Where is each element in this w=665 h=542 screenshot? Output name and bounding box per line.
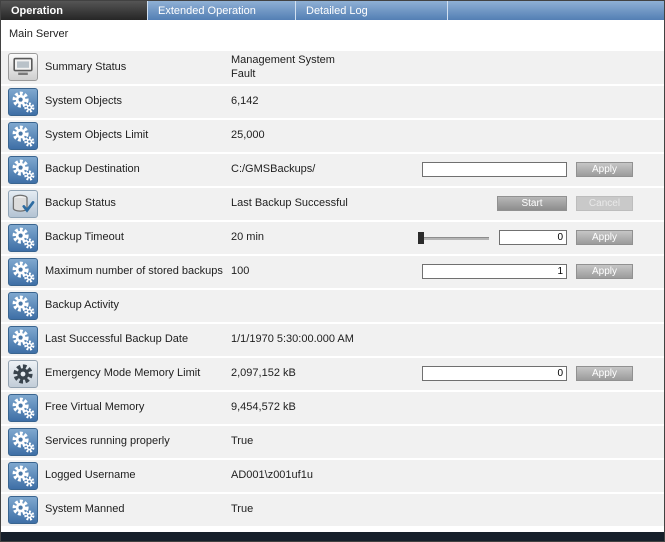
table-row: Logged Username AD001\z001uf1u	[1, 460, 664, 492]
row-label: Summary Status	[45, 61, 231, 74]
max-backups-input[interactable]	[422, 264, 567, 279]
gear-icon	[8, 122, 38, 150]
table-row: System Objects Limit 25,000	[1, 120, 664, 152]
table-row: Summary Status Management System Fault	[1, 51, 664, 84]
tab-extended-operation[interactable]: Extended Operation	[148, 1, 296, 20]
row-controls: Apply	[363, 366, 664, 381]
breadcrumb: Main Server	[1, 20, 664, 48]
table-row: Services running properly True	[1, 426, 664, 458]
gear-icon	[8, 258, 38, 286]
gear-icon	[8, 156, 38, 184]
gear-icon	[8, 428, 38, 456]
gear-icon	[8, 292, 38, 320]
apply-button[interactable]: Apply	[576, 366, 633, 381]
row-controls: Apply	[363, 264, 664, 279]
gear-icon	[8, 394, 38, 422]
row-value: 2,097,152 kB	[231, 366, 363, 380]
row-value: 1/1/1970 5:30:00.000 AM	[231, 332, 363, 346]
table-row: System Manned True	[1, 494, 664, 526]
table-row: Free Virtual Memory 9,454,572 kB	[1, 392, 664, 424]
row-value: AD001\z001uf1u	[231, 468, 363, 482]
breadcrumb-label: Main Server	[9, 28, 68, 40]
row-controls: Apply	[363, 230, 664, 245]
table-row: Maximum number of stored backups 100 App…	[1, 256, 664, 288]
apply-button[interactable]: Apply	[576, 264, 633, 279]
apply-button[interactable]: Apply	[576, 162, 633, 177]
app-window: Operation Extended Operation Detailed Lo…	[0, 0, 665, 542]
row-label: Services running properly	[45, 435, 231, 448]
row-value: Last Backup Successful	[231, 196, 363, 210]
table-row: Backup Activity	[1, 290, 664, 322]
gear-icon	[8, 462, 38, 490]
tab-bar: Operation Extended Operation Detailed Lo…	[1, 1, 664, 20]
cancel-backup-button[interactable]: Cancel	[576, 196, 633, 211]
gear-icon	[8, 326, 38, 354]
row-value: C:/GMSBackups/	[231, 162, 363, 176]
table-row: System Objects 6,142	[1, 86, 664, 118]
emergency-memory-input[interactable]	[422, 366, 567, 381]
backup-timeout-slider[interactable]	[418, 232, 490, 244]
dark-gear-icon	[8, 360, 38, 388]
row-label: Emergency Mode Memory Limit	[45, 367, 231, 380]
row-label: Backup Timeout	[45, 231, 231, 244]
row-value: True	[231, 434, 363, 448]
row-label: Free Virtual Memory	[45, 401, 231, 414]
apply-button[interactable]: Apply	[576, 230, 633, 245]
row-value: True	[231, 502, 363, 516]
database-check-icon	[8, 190, 38, 218]
table-row: Backup Timeout 20 min Apply	[1, 222, 664, 254]
table-row: Backup Destination C:/GMSBackups/ Apply	[1, 154, 664, 186]
row-label: System Manned	[45, 503, 231, 516]
row-value: 9,454,572 kB	[231, 400, 363, 414]
row-controls: Start Cancel	[363, 196, 664, 211]
row-value: 6,142	[231, 94, 363, 108]
row-value: 20 min	[231, 230, 363, 244]
bottom-status-bar	[1, 532, 664, 541]
backup-timeout-input[interactable]	[499, 230, 567, 245]
row-value: 100	[231, 264, 363, 278]
row-label: Backup Activity	[45, 299, 231, 312]
gear-icon	[8, 224, 38, 252]
row-value: 25,000	[231, 128, 363, 142]
row-label: Last Successful Backup Date	[45, 333, 231, 346]
row-label: System Objects Limit	[45, 129, 231, 142]
row-label: Backup Destination	[45, 163, 231, 176]
slider-track	[419, 237, 489, 240]
backup-destination-input[interactable]	[422, 162, 567, 177]
start-backup-button[interactable]: Start	[497, 196, 567, 211]
table-row: Backup Status Last Backup Successful Sta…	[1, 188, 664, 220]
row-controls: Apply	[363, 162, 664, 177]
monitor-icon	[8, 53, 38, 81]
slider-handle[interactable]	[418, 232, 424, 244]
table-row: Emergency Mode Memory Limit 2,097,152 kB…	[1, 358, 664, 390]
row-label: Logged Username	[45, 469, 231, 482]
row-value: Management System Fault	[231, 53, 363, 82]
row-label: System Objects	[45, 95, 231, 108]
property-list: Summary Status Management System Fault S…	[1, 48, 664, 532]
tab-operation[interactable]: Operation	[1, 1, 148, 20]
tab-detailed-log[interactable]: Detailed Log	[296, 1, 448, 20]
gear-icon	[8, 496, 38, 524]
table-row: Last Successful Backup Date 1/1/1970 5:3…	[1, 324, 664, 356]
row-label: Backup Status	[45, 197, 231, 210]
gear-icon	[8, 88, 38, 116]
row-label: Maximum number of stored backups	[45, 265, 231, 278]
